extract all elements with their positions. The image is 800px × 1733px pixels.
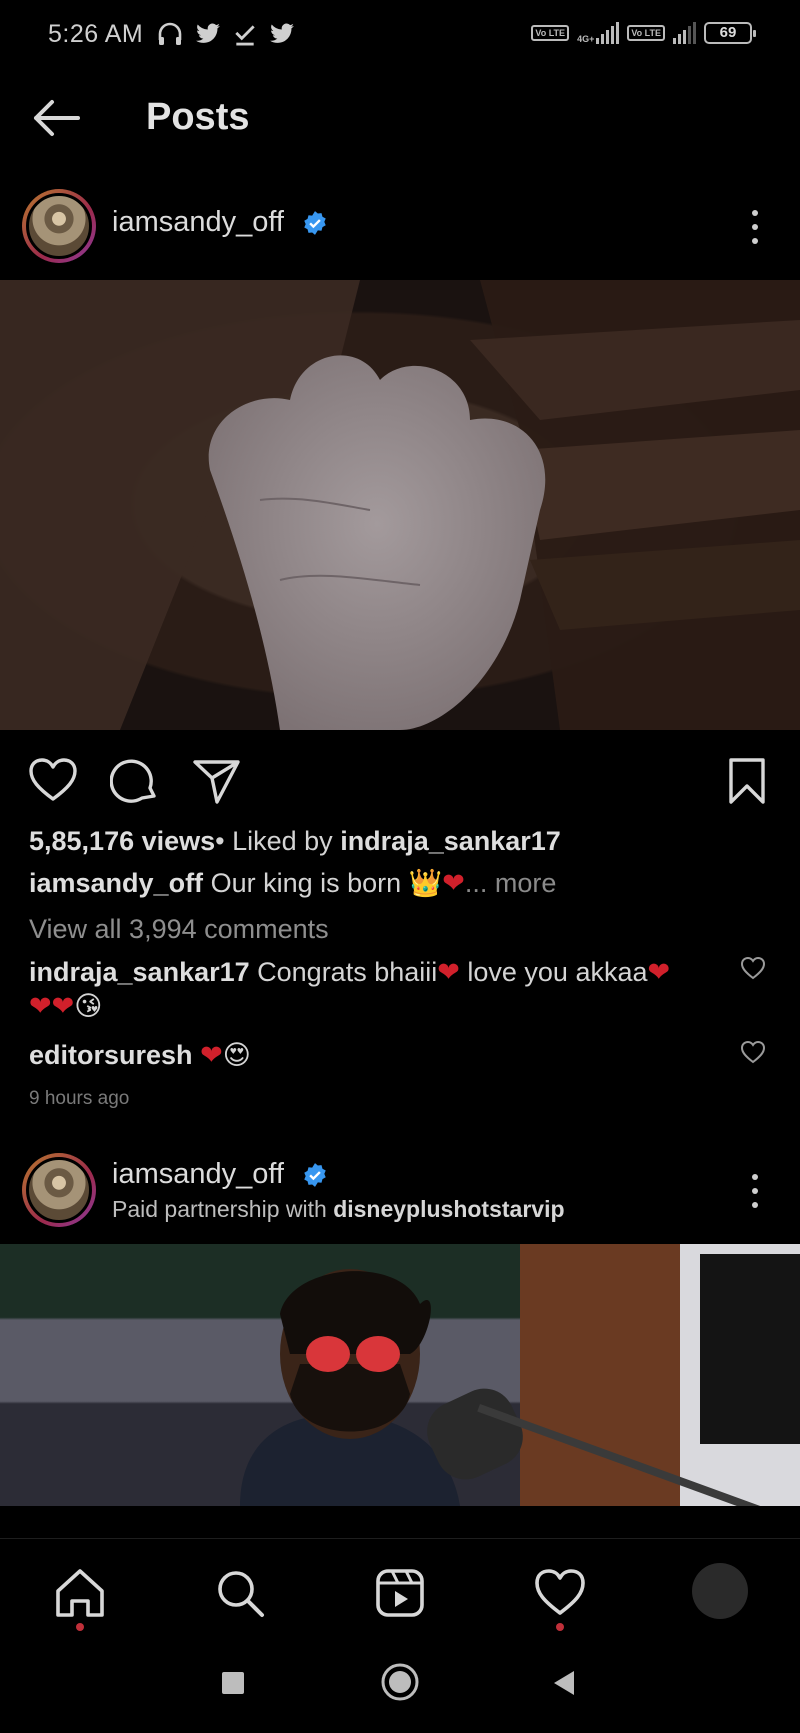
post1-views-line: 5,85,176 views• Liked by indraja_sankar1…: [29, 824, 769, 858]
comment-text: Congrats bhaiii: [249, 957, 438, 987]
search-icon[interactable]: [212, 1565, 268, 1621]
back-arrow-icon[interactable]: [30, 96, 82, 140]
instagram-posts-screen: 5:26 AM Vo LTE 4G+ Vo LTE 69 Posts iamsa…: [0, 0, 800, 1733]
recents-square-icon[interactable]: [220, 1670, 246, 1696]
bottom-navigation: [0, 1538, 800, 1638]
system-navigation-bar: [0, 1640, 800, 1733]
reels-icon[interactable]: [372, 1565, 428, 1621]
post2-username-row[interactable]: iamsandy_off: [112, 1158, 328, 1191]
comment-like-heart-icon[interactable]: [740, 1040, 766, 1064]
verified-badge-icon: [304, 1163, 326, 1188]
comment-user[interactable]: editorsuresh: [29, 1040, 193, 1070]
post2-image[interactable]: [0, 1244, 800, 1506]
paid-partnership-line: Paid partnership with disneyplushotstarv…: [112, 1196, 565, 1223]
comment-heart: ❤: [437, 957, 460, 987]
post1-caption: iamsandy_off Our king is born 👑❤... more: [29, 866, 769, 900]
profile-tab-avatar[interactable]: [692, 1563, 748, 1619]
post2-more-options-icon[interactable]: [750, 1174, 760, 1208]
comment-text-2: love you akkaa: [459, 957, 648, 987]
app-header: Posts: [0, 72, 800, 164]
headphones-icon: [158, 22, 182, 45]
activity-notification-dot: [556, 1623, 564, 1631]
caption-text: Our king is born 👑: [203, 868, 443, 898]
status-time: 5:26 AM: [48, 20, 144, 48]
network-label: 4G+: [577, 34, 595, 44]
signal-icon-2: [673, 22, 696, 44]
home-notification-dot: [76, 1623, 84, 1631]
post1-image[interactable]: [0, 280, 800, 730]
comment-emoji: 😘: [74, 991, 103, 1021]
view-all-comments-link[interactable]: View all 3,994 comments: [29, 912, 769, 946]
volte-badge: Vo LTE: [531, 25, 570, 41]
notification-icons: [156, 20, 296, 48]
caption-more-link[interactable]: ... more: [465, 868, 557, 898]
comment-user[interactable]: indraja_sankar17: [29, 957, 250, 987]
post1-more-options-icon[interactable]: [750, 210, 760, 244]
post2-header: iamsandy_off Paid partnership with disne…: [0, 1146, 800, 1234]
like-heart-icon[interactable]: [28, 756, 78, 806]
post1-action-bar: [0, 750, 800, 810]
partnership-prefix: Paid partnership with: [112, 1196, 334, 1222]
volte-badge-2: Vo LTE: [627, 25, 665, 41]
home-icon[interactable]: [52, 1565, 108, 1621]
baby-hand-photo: [0, 280, 800, 730]
studio-singer-photo: [240, 1244, 800, 1506]
comment-text: [193, 1040, 201, 1070]
caption-heart: ❤: [442, 868, 465, 898]
comment-heart: ❤: [200, 1040, 223, 1070]
activity-heart-icon[interactable]: [532, 1565, 588, 1621]
twitter-icon: [270, 23, 294, 43]
system-indicators: Vo LTE 4G+ Vo LTE 69: [531, 22, 756, 44]
back-triangle-icon[interactable]: [550, 1668, 578, 1698]
twitter-icon: [196, 23, 220, 43]
signal-icon: [596, 22, 620, 44]
status-bar: 5:26 AM Vo LTE 4G+ Vo LTE 69: [0, 0, 800, 72]
avatar[interactable]: [22, 1153, 96, 1227]
avatar[interactable]: [22, 189, 96, 263]
post1-timestamp: 9 hours ago: [29, 1088, 130, 1109]
save-bookmark-icon[interactable]: [722, 756, 772, 806]
download-done-icon: [235, 25, 255, 46]
comment-item: editorsuresh ❤😍: [29, 1038, 769, 1072]
verified-badge-icon: [304, 211, 326, 236]
home-circle-icon[interactable]: [380, 1662, 420, 1702]
comment-like-heart-icon[interactable]: [740, 956, 766, 980]
partner-link[interactable]: disneyplushotstarvip: [333, 1196, 564, 1222]
comment-bubble-icon[interactable]: [110, 756, 160, 806]
share-paper-plane-icon[interactable]: [192, 756, 242, 806]
caption-user[interactable]: iamsandy_off: [29, 868, 203, 898]
comment-item: indraja_sankar17 Congrats bhaiii❤ love y…: [29, 955, 689, 1023]
post1-username[interactable]: iamsandy_off: [112, 206, 284, 238]
post2-username[interactable]: iamsandy_off: [112, 1158, 284, 1190]
comment-emoji: 😍: [222, 1040, 251, 1070]
battery-indicator: 69: [704, 22, 756, 44]
views-count[interactable]: 5,85,176 views: [29, 826, 215, 856]
liked-by-user[interactable]: indraja_sankar17: [340, 826, 561, 856]
post1-username-row[interactable]: iamsandy_off: [112, 206, 328, 239]
page-title: Posts: [146, 96, 250, 138]
network-type: 4G+: [577, 22, 620, 44]
post1-header: iamsandy_off: [0, 182, 800, 270]
liked-by-prefix: • Liked by: [215, 826, 341, 856]
